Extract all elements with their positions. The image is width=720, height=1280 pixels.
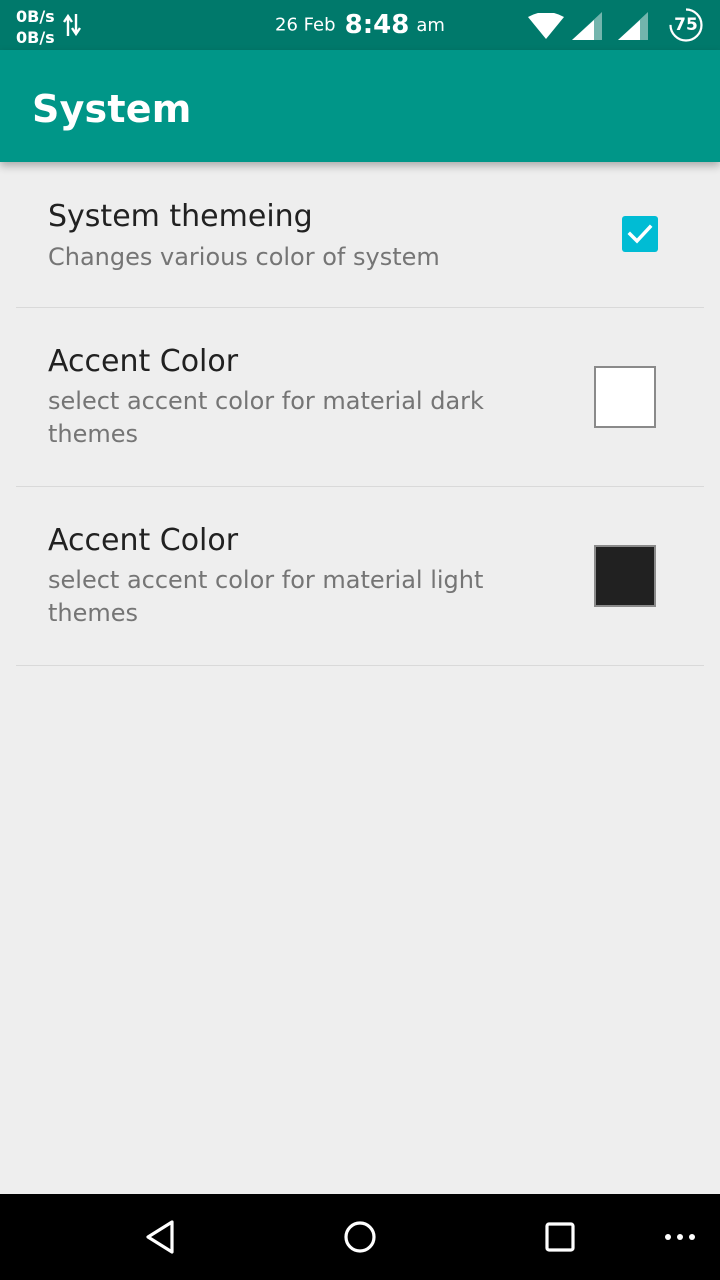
navigation-bar	[0, 1194, 720, 1280]
preferences-list: System themeing Changes various color of…	[16, 162, 704, 666]
more-icon[interactable]	[660, 1220, 700, 1254]
status-bar: 0B/s 0B/s 26 Feb 8:48 am 75	[0, 0, 720, 50]
clock-ampm: am	[416, 14, 445, 36]
pref-accent-color-dark[interactable]: Accent Color select accent color for mat…	[16, 308, 704, 487]
accent-color-dark-swatch[interactable]	[594, 366, 656, 428]
clock-time: 8:48	[344, 10, 410, 40]
pref-title: Accent Color	[48, 344, 239, 379]
cell-signal-icon	[572, 12, 602, 40]
clock: 26 Feb 8:48 am	[0, 10, 720, 40]
accent-color-light-swatch[interactable]	[594, 545, 656, 607]
pref-title: System themeing	[48, 199, 313, 234]
battery-level: 75	[674, 15, 698, 35]
cell-signal-icon	[618, 12, 648, 40]
home-icon[interactable]	[342, 1214, 378, 1260]
pref-title: Accent Color	[48, 523, 239, 558]
app-bar: System	[0, 50, 720, 162]
pref-summary: select accent color for material dark th…	[48, 387, 484, 448]
back-icon[interactable]	[142, 1214, 178, 1260]
checkmark-icon	[627, 224, 653, 244]
pref-summary: Changes various color of system	[48, 243, 440, 271]
clock-date: 26 Feb	[275, 14, 336, 36]
recents-icon[interactable]	[542, 1214, 578, 1260]
wifi-icon	[528, 13, 564, 39]
pref-system-themeing[interactable]: System themeing Changes various color of…	[16, 162, 704, 308]
page-title: System	[32, 87, 192, 131]
pref-accent-color-light[interactable]: Accent Color select accent color for mat…	[16, 487, 704, 666]
pref-summary: select accent color for material light t…	[48, 566, 484, 627]
system-themeing-checkbox[interactable]	[622, 216, 658, 252]
